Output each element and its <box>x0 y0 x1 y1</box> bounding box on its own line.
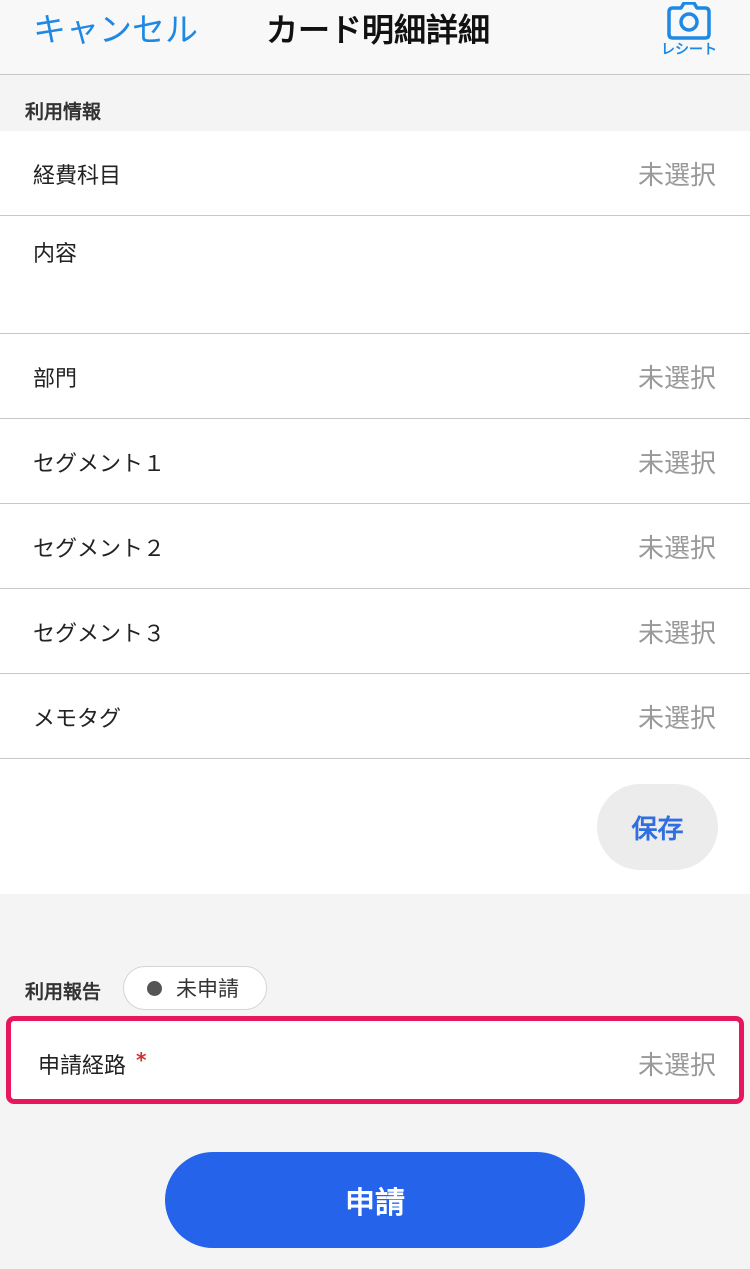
department-row[interactable]: 部門 未選択 <box>0 334 750 419</box>
row-value: 未選択 <box>637 619 716 649</box>
page-title: カード明細詳細 <box>266 11 491 49</box>
row-value: 未選択 <box>637 704 716 734</box>
save-area: 保存 <box>0 759 750 894</box>
required-mark: * <box>136 1048 147 1072</box>
save-button[interactable]: 保存 <box>597 784 718 870</box>
status-badge: 未申請 <box>123 966 267 1010</box>
row-label: メモタグ <box>33 707 122 732</box>
expense-account-row[interactable]: 経費科目 未選択 <box>0 131 750 216</box>
row-value: 未選択 <box>637 161 716 191</box>
approval-route-row[interactable]: 申請経路 * 未選択 <box>6 1016 744 1104</box>
submit-button[interactable]: 申請 <box>165 1152 585 1248</box>
row-value: 未選択 <box>637 534 716 564</box>
row-label: 経費科目 <box>33 164 122 189</box>
row-value: 未選択 <box>637 364 716 394</box>
description-row[interactable]: 内容 <box>0 216 750 334</box>
memo-tag-row[interactable]: メモタグ 未選択 <box>0 674 750 759</box>
status-dot-icon <box>147 980 162 996</box>
usage-info-section-label: 利用情報 <box>25 101 102 123</box>
usage-info-panel: 経費科目 未選択 内容 部門 未選択 セグメント１ 未選択 セグメント２ 未選択… <box>0 131 750 894</box>
row-label: セグメント１ <box>33 452 166 477</box>
row-label: セグメント２ <box>33 537 166 562</box>
approval-route-value: 未選択 <box>637 1051 716 1081</box>
camera-icon <box>667 2 711 40</box>
row-value: 未選択 <box>637 449 716 479</box>
receipt-button[interactable]: レシート <box>654 2 724 66</box>
receipt-label: レシート <box>661 42 717 58</box>
cancel-button[interactable]: キャンセル <box>33 8 198 52</box>
approval-route-label: 申請経路 <box>38 1054 127 1079</box>
nav-header: キャンセル カード明細詳細 レシート <box>0 0 750 75</box>
row-label: セグメント３ <box>33 622 166 647</box>
usage-report-section-label: 利用報告 <box>25 981 102 1003</box>
segment-2-row[interactable]: セグメント２ 未選択 <box>0 504 750 589</box>
segment-3-row[interactable]: セグメント３ 未選択 <box>0 589 750 674</box>
row-label: 内容 <box>33 242 78 267</box>
segment-1-row[interactable]: セグメント１ 未選択 <box>0 419 750 504</box>
row-label: 部門 <box>33 367 78 392</box>
status-text: 未申請 <box>176 977 239 1001</box>
